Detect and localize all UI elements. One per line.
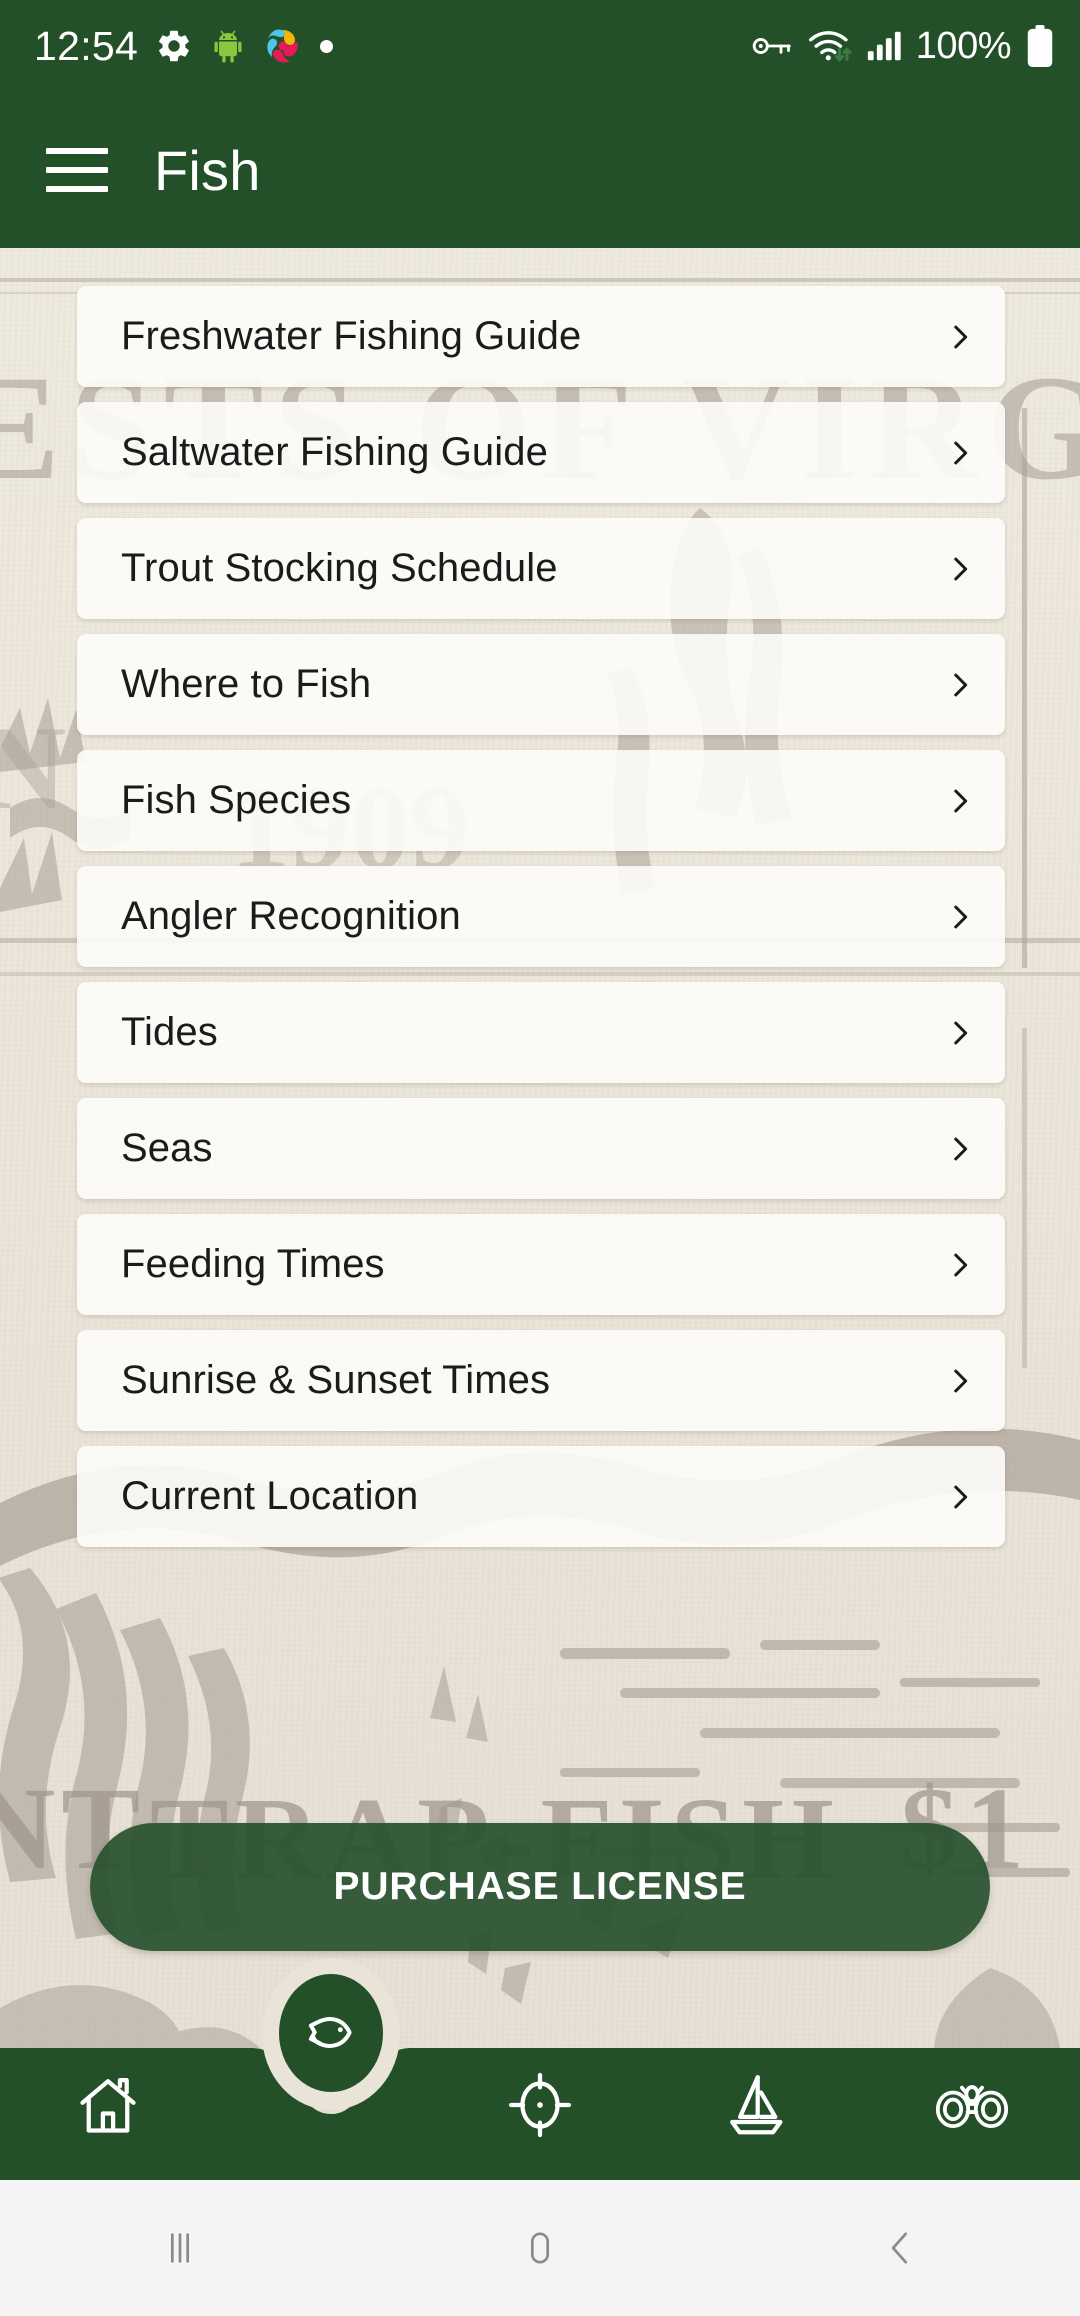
dot-icon [320, 39, 334, 53]
house-icon [80, 2077, 136, 2133]
purchase-license-label: PURCHASE LICENSE [333, 1865, 747, 1908]
list-item-label: Feeding Times [121, 1242, 385, 1286]
list-item-label: Saltwater Fishing Guide [121, 430, 548, 474]
chevron-right-icon [954, 789, 968, 812]
battery-percent-label: 100% [915, 24, 1012, 67]
android-robot-icon [214, 30, 242, 63]
home-pill-icon [530, 2232, 550, 2264]
chevron-right-icon [954, 325, 968, 348]
chevron-right-icon [954, 557, 968, 580]
list-item[interactable]: Trout Stocking Schedule [77, 518, 1005, 619]
status-bar: 12:54 100% [0, 0, 1080, 92]
list-item[interactable]: Where to Fish [77, 634, 1005, 735]
system-back-button[interactable] [720, 2225, 1080, 2271]
list-item[interactable]: Feeding Times [77, 1214, 1005, 1315]
status-bar-clock: 12:54 [34, 22, 139, 69]
list-item[interactable]: Seas [77, 1098, 1005, 1199]
system-recents-button[interactable] [0, 2225, 360, 2271]
list-item[interactable]: Tides [77, 982, 1005, 1083]
chevron-right-icon [954, 1021, 968, 1044]
chevron-right-icon [954, 1485, 968, 1508]
bottom-navigation-bar [0, 2030, 1080, 2180]
list-item-label: Where to Fish [121, 662, 372, 706]
list-item-label: Sunrise & Sunset Times [121, 1358, 551, 1402]
vpn-key-icon [752, 37, 791, 55]
crosshair-target-icon [508, 2072, 572, 2138]
chevron-right-icon [954, 1137, 968, 1160]
list-item[interactable]: Current Location [77, 1446, 1005, 1547]
list-item-label: Angler Recognition [121, 894, 461, 938]
app-bar: Fish [0, 92, 1080, 248]
bottom-nav-fish-fab[interactable] [279, 1974, 383, 2092]
fish-icon [308, 2017, 352, 2048]
list-item-label: Seas [121, 1126, 213, 1170]
purchase-license-button[interactable]: PURCHASE LICENSE [90, 1823, 990, 1951]
bottom-nav-boat[interactable] [648, 2071, 864, 2139]
list-item-label: Tides [121, 1010, 218, 1054]
system-navigation-bar [0, 2180, 1080, 2316]
bottom-nav-items [0, 2030, 1080, 2180]
list-item-label: Current Location [121, 1474, 419, 1518]
back-chevron-icon [891, 2232, 908, 2264]
sailboat-icon [730, 2075, 783, 2135]
status-bar-right: 100% [751, 25, 1054, 68]
signal-bars-icon [867, 31, 901, 61]
list-item[interactable]: Fish Species [77, 750, 1005, 851]
recents-bars-icon [170, 2233, 190, 2263]
photos-logo-icon [267, 29, 298, 63]
chevron-right-icon [954, 673, 968, 696]
system-home-button[interactable] [360, 2225, 720, 2271]
wifi-icon [808, 31, 852, 62]
list-item-label: Freshwater Fishing Guide [121, 314, 582, 358]
binoculars-icon [935, 2085, 1009, 2129]
list-item[interactable]: Freshwater Fishing Guide [77, 286, 1005, 387]
hamburger-menu-icon[interactable] [46, 148, 108, 192]
list-item[interactable]: Angler Recognition [77, 866, 1005, 967]
chevron-right-icon [954, 905, 968, 928]
menu-list: Freshwater Fishing Guide Saltwater Fishi… [77, 286, 1005, 1562]
chevron-right-icon [954, 1369, 968, 1392]
list-item-label: Fish Species [121, 778, 352, 822]
app-screen: ESTS OF VIRGINIA N 1909 [0, 0, 1080, 2316]
chevron-right-icon [954, 441, 968, 464]
bottom-nav-home[interactable] [0, 2071, 216, 2139]
list-item[interactable]: Sunrise & Sunset Times [77, 1330, 1005, 1431]
bottom-nav-wildlife[interactable] [864, 2071, 1080, 2139]
status-bar-left: 12:54 [34, 22, 334, 69]
gear-icon [159, 30, 189, 62]
bottom-nav-hunt[interactable] [432, 2071, 648, 2139]
chevron-right-icon [954, 1253, 968, 1276]
list-item[interactable]: Saltwater Fishing Guide [77, 402, 1005, 503]
battery-icon [1027, 25, 1053, 67]
list-item-label: Trout Stocking Schedule [121, 546, 558, 590]
page-title: Fish [154, 138, 261, 202]
